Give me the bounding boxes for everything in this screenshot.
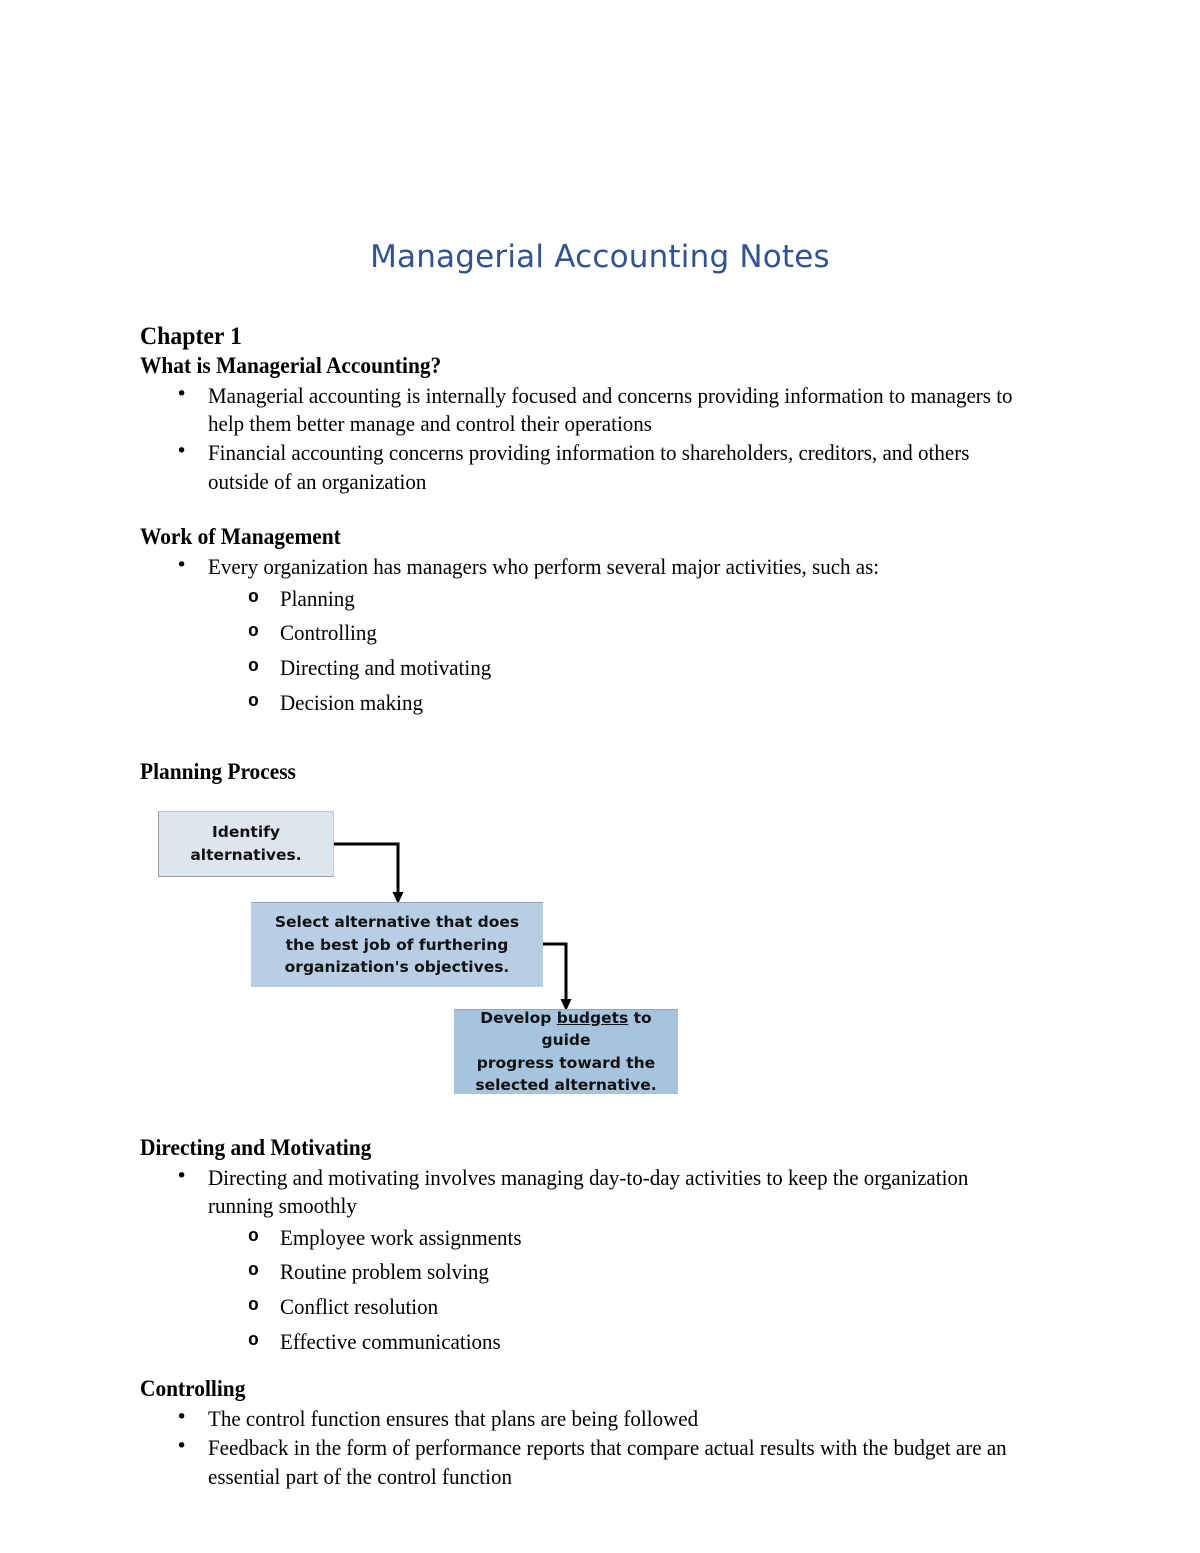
flowchart-box-identify-alternatives: Identify alternatives. <box>158 810 334 877</box>
page-title: Managerial Accounting Notes <box>370 239 830 275</box>
list-item: Managerial accounting is internally focu… <box>140 381 1060 439</box>
flowchart-box-select-alternative: Select alternative that does the best jo… <box>251 901 543 987</box>
flowchart-box-line: selected alternative. <box>475 1076 657 1095</box>
list-item: Feedback in the form of performance repo… <box>140 1433 1060 1491</box>
list-item: Controlling <box>140 619 1060 648</box>
sub-bullet-list-management-activities: Planning Controlling Directing and motiv… <box>140 585 1060 718</box>
list-item: Financial accounting concerns providing … <box>140 438 1060 496</box>
bullet-list-controlling: The control function ensures that plans … <box>140 1404 1060 1491</box>
flowchart-box-line: the best job of furthering <box>285 935 509 954</box>
section-heading-work-of-management: Work of Management <box>140 524 341 550</box>
list-item-text: Every organization has managers who perf… <box>208 554 880 580</box>
list-item-text: Financial accounting concerns providing … <box>208 440 970 494</box>
section-heading-planning-process: Planning Process <box>140 758 296 784</box>
flowchart-text-before: Develop <box>480 1008 557 1027</box>
list-item-text: Directing and motivating <box>280 655 492 681</box>
list-item-text: Feedback in the form of performance repo… <box>208 1435 1007 1489</box>
list-item: Routine problem solving <box>140 1258 1060 1287</box>
list-item-text: Planning <box>280 585 355 611</box>
section-heading-what-is-managerial-accounting: What is Managerial Accounting? <box>140 352 442 378</box>
list-item: Employee work assignments <box>140 1224 1060 1253</box>
list-item-text: Controlling <box>280 620 377 646</box>
planning-process-flowchart: Identify alternatives. Select alternativ… <box>148 804 693 1104</box>
chapter-heading: Chapter 1 <box>140 323 242 351</box>
flowchart-box-line: Develop budgets to guide <box>460 1007 672 1052</box>
list-item-text: Effective communications <box>280 1329 501 1355</box>
bullet-list-what-is-managerial-accounting: Managerial accounting is internally focu… <box>140 381 1060 497</box>
flowchart-emphasis-budgets: budgets <box>556 1008 629 1027</box>
list-item: The control function ensures that plans … <box>140 1404 1060 1433</box>
section-heading-controlling: Controlling <box>140 1375 246 1401</box>
sub-bullet-list-directing-activities: Employee work assignments Routine proble… <box>140 1224 1060 1357</box>
list-item: Decision making <box>140 689 1060 718</box>
list-item-text: Employee work assignments <box>280 1224 522 1250</box>
flowchart-box-line: alternatives. <box>190 845 302 864</box>
list-item-text: The control function ensures that plans … <box>208 1405 699 1431</box>
document-page: Managerial Accounting Notes Chapter 1 Wh… <box>0 0 1200 1553</box>
list-item: Directing and motivating involves managi… <box>140 1163 1060 1221</box>
list-item-text: Managerial accounting is internally focu… <box>208 382 1013 437</box>
bullet-list-directing-and-motivating: Directing and motivating involves managi… <box>140 1163 1060 1221</box>
list-item: Directing and motivating <box>140 654 1060 683</box>
flowchart-box-line: organization's objectives. <box>284 958 510 977</box>
section-heading-directing-and-motivating: Directing and Motivating <box>140 1134 372 1160</box>
list-item-text: Conflict resolution <box>280 1294 439 1320</box>
document-content: Managerial Accounting Notes Chapter 1 Wh… <box>140 240 1060 1492</box>
flowchart-box-line: progress toward the <box>476 1053 656 1072</box>
list-item: Planning <box>140 585 1060 614</box>
bullet-list-work-of-management: Every organization has managers who perf… <box>140 552 1060 581</box>
list-item-text: Decision making <box>280 690 423 715</box>
list-item-text: Directing and motivating involves managi… <box>208 1164 969 1219</box>
list-item: Every organization has managers who perf… <box>140 552 1060 581</box>
list-item: Conflict resolution <box>140 1293 1060 1322</box>
flowchart-box-line: Identify <box>212 823 280 842</box>
flowchart-box-line: Select alternative that does <box>274 913 520 932</box>
list-item-text: Routine problem solving <box>280 1259 489 1285</box>
flowchart-box-develop-budgets: Develop budgets to guide progress toward… <box>454 1007 678 1095</box>
list-item: Effective communications <box>140 1328 1060 1357</box>
